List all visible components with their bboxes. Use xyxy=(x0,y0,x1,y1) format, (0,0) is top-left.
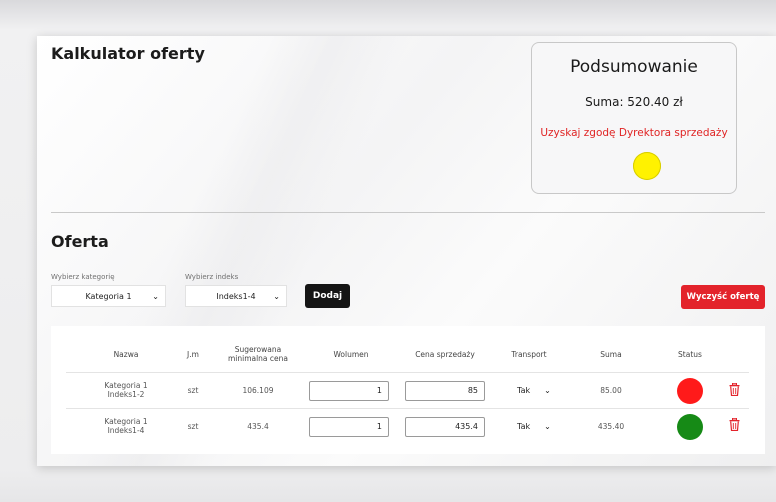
header-status: Status xyxy=(678,350,702,359)
row-unit: szt xyxy=(187,422,199,431)
clear-offer-button[interactable]: Wyczyść ofertę xyxy=(681,285,765,309)
chevron-down-icon: ⌄ xyxy=(273,292,280,301)
transport-value: Tak xyxy=(517,386,531,395)
offer-title: Oferta xyxy=(51,232,109,251)
summary-warning: Uzyskaj zgodę Dyrektora sprzedaży xyxy=(540,127,728,139)
offer-table: Nazwa J.m Sugerowana minimalna cena Wolu… xyxy=(51,326,765,454)
header-sale-price: Cena sprzedaży xyxy=(415,350,475,359)
category-select-value: Kategoria 1 xyxy=(85,291,132,301)
status-dot-icon xyxy=(677,414,703,440)
calculator-card: Kalkulator oferty Podsumowanie Suma: 520… xyxy=(37,36,776,466)
page-title: Kalkulator oferty xyxy=(51,44,205,63)
summary-title: Podsumowanie xyxy=(570,57,698,77)
transport-value: Tak xyxy=(517,422,531,431)
row-name-line2: Indeks1-2 xyxy=(107,390,145,399)
row-sum: 435.40 xyxy=(597,422,625,431)
category-select[interactable]: Kategoria 1 ⌄ xyxy=(51,285,166,307)
add-button[interactable]: Dodaj xyxy=(305,284,350,308)
row-name-line1: Kategoria 1 xyxy=(104,417,148,426)
transport-select[interactable]: Tak ⌄ xyxy=(517,422,551,431)
index-label: Wybierz indeks xyxy=(185,273,239,281)
sale-price-input[interactable]: 435.4 xyxy=(405,417,485,437)
chevron-down-icon: ⌄ xyxy=(152,292,159,301)
header-min-price: Sugerowana minimalna cena xyxy=(227,345,289,363)
header-volume: Wolumen xyxy=(333,350,369,359)
header-divider xyxy=(66,372,749,373)
chevron-down-icon: ⌄ xyxy=(544,422,551,431)
category-label: Wybierz kategorię xyxy=(51,273,115,281)
trash-icon[interactable] xyxy=(729,418,740,431)
section-divider xyxy=(51,212,765,213)
chevron-down-icon: ⌄ xyxy=(544,386,551,395)
summary-total: Suma: 520.40 zł xyxy=(585,95,683,109)
status-light-icon xyxy=(633,152,661,180)
row-unit: szt xyxy=(187,386,199,395)
header-transport: Transport xyxy=(511,350,547,359)
row-name-line2: Indeks1-4 xyxy=(107,426,145,435)
transport-select[interactable]: Tak ⌄ xyxy=(517,386,551,395)
index-select[interactable]: Indeks1-4 ⌄ xyxy=(185,285,287,307)
row-min-price: 435.4 xyxy=(247,422,269,431)
sale-price-input[interactable]: 85 xyxy=(405,381,485,401)
row-name-line1: Kategoria 1 xyxy=(104,381,148,390)
row-sum: 85.00 xyxy=(600,386,622,395)
summary-panel: Podsumowanie Suma: 520.40 zł Uzyskaj zgo… xyxy=(531,42,737,194)
index-select-value: Indeks1-4 xyxy=(216,291,256,301)
header-unit: J.m xyxy=(187,350,199,359)
header-name: Nazwa xyxy=(113,350,139,359)
row-min-price: 106.109 xyxy=(242,386,274,395)
trash-icon[interactable] xyxy=(729,383,740,396)
volume-input[interactable]: 1 xyxy=(309,381,389,401)
row-divider xyxy=(66,408,749,409)
volume-input[interactable]: 1 xyxy=(309,417,389,437)
header-sum: Suma xyxy=(600,350,622,359)
status-dot-icon xyxy=(677,378,703,404)
